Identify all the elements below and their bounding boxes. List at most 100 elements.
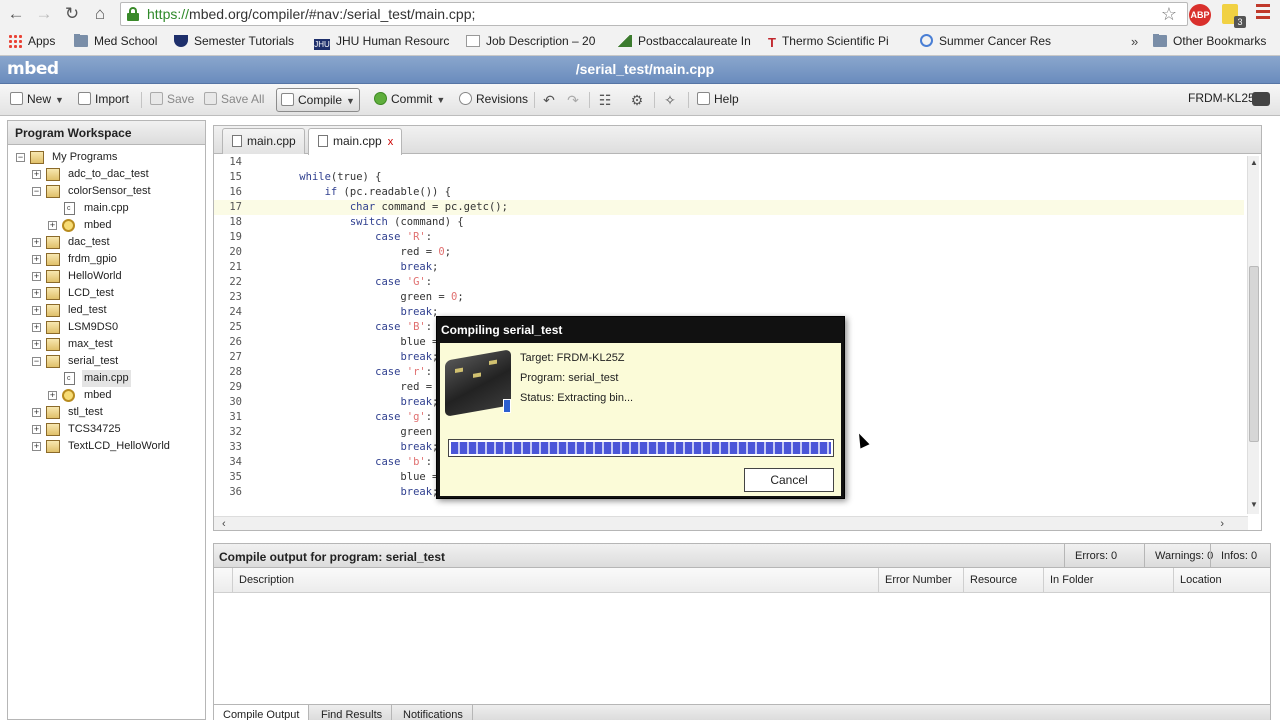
line-number: 36	[229, 486, 242, 498]
scroll-right-icon[interactable]: ›	[1220, 518, 1224, 530]
infos-count[interactable]: Infos: 0	[1210, 544, 1270, 568]
chrome-menu-icon[interactable]	[1256, 4, 1270, 22]
editor-horizontal-scrollbar[interactable]: ‹ ›	[214, 516, 1248, 530]
expand-icon[interactable]: +	[32, 306, 41, 315]
tab-notifications[interactable]: Notifications	[394, 705, 473, 720]
chevron-down-icon[interactable]: ▼	[346, 96, 355, 106]
code-line[interactable]: 14	[214, 155, 1244, 170]
program-icon	[46, 304, 60, 317]
tab-find-results[interactable]: Find Results	[312, 705, 393, 720]
scrollbar-thumb[interactable]	[1249, 266, 1259, 442]
editor-tab[interactable]: main.cpp	[222, 128, 305, 154]
more-bookmarks-chevron[interactable]: »	[1131, 34, 1138, 49]
dialog-status: Status: Extracting bin...	[520, 392, 634, 404]
code-text: case 'g':	[375, 411, 433, 423]
board-icon[interactable]	[1252, 92, 1270, 106]
reload-icon[interactable]: ↻	[62, 4, 82, 24]
cancel-button[interactable]: Cancel	[744, 468, 834, 492]
binoculars-icon[interactable]: ☷	[597, 92, 613, 108]
target-selector[interactable]: FRDM-KL25Z	[1188, 91, 1262, 105]
expand-icon[interactable]: +	[32, 442, 41, 451]
close-tab-icon[interactable]: x	[388, 136, 394, 148]
bookmark-med-school[interactable]: Med School	[74, 34, 166, 50]
gear-icon	[62, 389, 75, 402]
code-text: case 'G':	[375, 276, 433, 288]
program-icon	[46, 321, 60, 334]
format-code-icon[interactable]: ⚙	[629, 92, 645, 108]
bookmark-postbaccalaureate[interactable]: Postbaccalaureate In	[618, 34, 754, 50]
bookmark-other[interactable]: Other Bookmarks	[1153, 34, 1266, 50]
col-location[interactable]: Location	[1173, 568, 1270, 593]
expand-icon[interactable]: +	[32, 255, 41, 264]
code-line[interactable]: 15 while(true) {	[214, 170, 1244, 185]
errors-count[interactable]: Errors: 0	[1064, 544, 1144, 568]
bookmark-job-description[interactable]: Job Description – 20	[466, 34, 602, 50]
undo-icon[interactable]: ↶	[541, 92, 557, 108]
expand-icon[interactable]: +	[32, 170, 41, 179]
redo-icon[interactable]: ↷	[565, 92, 581, 108]
compile-button[interactable]: Compile ▼	[276, 88, 360, 112]
new-button[interactable]: New ▼	[10, 90, 64, 110]
import-button[interactable]: Import	[78, 90, 129, 110]
code-line[interactable]: 22 case 'G':	[214, 275, 1244, 290]
expand-icon[interactable]: +	[32, 323, 41, 332]
save-all-button[interactable]: Save All	[204, 90, 264, 110]
code-line[interactable]: 21 break;	[214, 260, 1244, 275]
back-icon[interactable]: ←	[6, 4, 26, 24]
bookmark-apps[interactable]: Apps	[8, 34, 55, 50]
editor-vertical-scrollbar[interactable]: ▲ ▼	[1247, 156, 1259, 514]
bookmark-semester-tutorials[interactable]: Semester Tutorials	[174, 34, 302, 50]
expand-icon[interactable]: +	[48, 391, 57, 400]
collapse-icon[interactable]: −	[16, 153, 25, 162]
code-line[interactable]: 16 if (pc.readable()) {	[214, 185, 1244, 200]
scroll-up-icon[interactable]: ▲	[1248, 158, 1260, 170]
editor-tab-active[interactable]: main.cpp x	[308, 128, 403, 155]
adblock-extension-icon[interactable]: ABP	[1189, 4, 1211, 26]
program-icon	[46, 185, 60, 198]
bookmark-star-icon[interactable]: ☆	[1161, 4, 1177, 25]
bookmark-jhu-hr[interactable]: JHU JHU Human Resourc	[314, 34, 450, 50]
bookmark-summer-cancer[interactable]: Summer Cancer Res	[920, 34, 1058, 50]
code-line[interactable]: 18 switch (command) {	[214, 215, 1244, 230]
expand-icon[interactable]: +	[32, 289, 41, 298]
code-line[interactable]: 17 char command = pc.getc();	[214, 200, 1244, 215]
home-icon[interactable]: ⌂	[90, 4, 110, 24]
scroll-left-icon[interactable]: ‹	[222, 518, 226, 530]
col-error-number[interactable]: Error Number	[878, 568, 963, 593]
wand-icon[interactable]: ✧	[662, 92, 678, 108]
cpp-file-icon	[64, 202, 75, 215]
col-in-folder[interactable]: In Folder	[1043, 568, 1173, 593]
code-line[interactable]: 23 green = 0;	[214, 290, 1244, 305]
code-text: break;	[400, 441, 438, 453]
expand-icon[interactable]: +	[32, 340, 41, 349]
dialog-title: Compiling serial_test	[441, 323, 563, 337]
chevron-down-icon[interactable]: ▼	[55, 95, 64, 105]
toolbar-divider	[688, 92, 689, 108]
expand-icon[interactable]: +	[32, 408, 41, 417]
revisions-button[interactable]: Revisions	[459, 90, 528, 110]
line-number: 27	[229, 351, 242, 363]
code-line[interactable]: 19 case 'R':	[214, 230, 1244, 245]
chevron-down-icon[interactable]: ▼	[436, 95, 445, 105]
expand-icon[interactable]: +	[48, 221, 57, 230]
new-file-icon	[10, 92, 23, 105]
scroll-down-icon[interactable]: ▼	[1248, 500, 1260, 512]
bookmark-thermo-scientific[interactable]: T Thermo Scientific Pi	[768, 34, 906, 50]
output-column-headers: Description Error Number Resource In Fol…	[214, 568, 1270, 593]
col-description[interactable]: Description	[232, 568, 878, 593]
collapse-icon[interactable]: −	[32, 357, 41, 366]
address-bar[interactable]: https://mbed.org/compiler/#nav:/serial_t…	[120, 2, 1188, 26]
forward-icon[interactable]: →	[34, 4, 54, 24]
output-tabs: Compile Output Find Results Notification…	[214, 704, 1270, 720]
help-button[interactable]: Help	[697, 90, 739, 110]
code-text: char command = pc.getc();	[349, 201, 508, 213]
collapse-icon[interactable]: −	[32, 187, 41, 196]
commit-button[interactable]: Commit ▼	[374, 90, 445, 110]
save-button[interactable]: Save	[150, 90, 194, 110]
expand-icon[interactable]: +	[32, 272, 41, 281]
code-line[interactable]: 20 red = 0;	[214, 245, 1244, 260]
expand-icon[interactable]: +	[32, 425, 41, 434]
col-resource[interactable]: Resource	[963, 568, 1043, 593]
expand-icon[interactable]: +	[32, 238, 41, 247]
tab-compile-output[interactable]: Compile Output	[214, 705, 310, 720]
